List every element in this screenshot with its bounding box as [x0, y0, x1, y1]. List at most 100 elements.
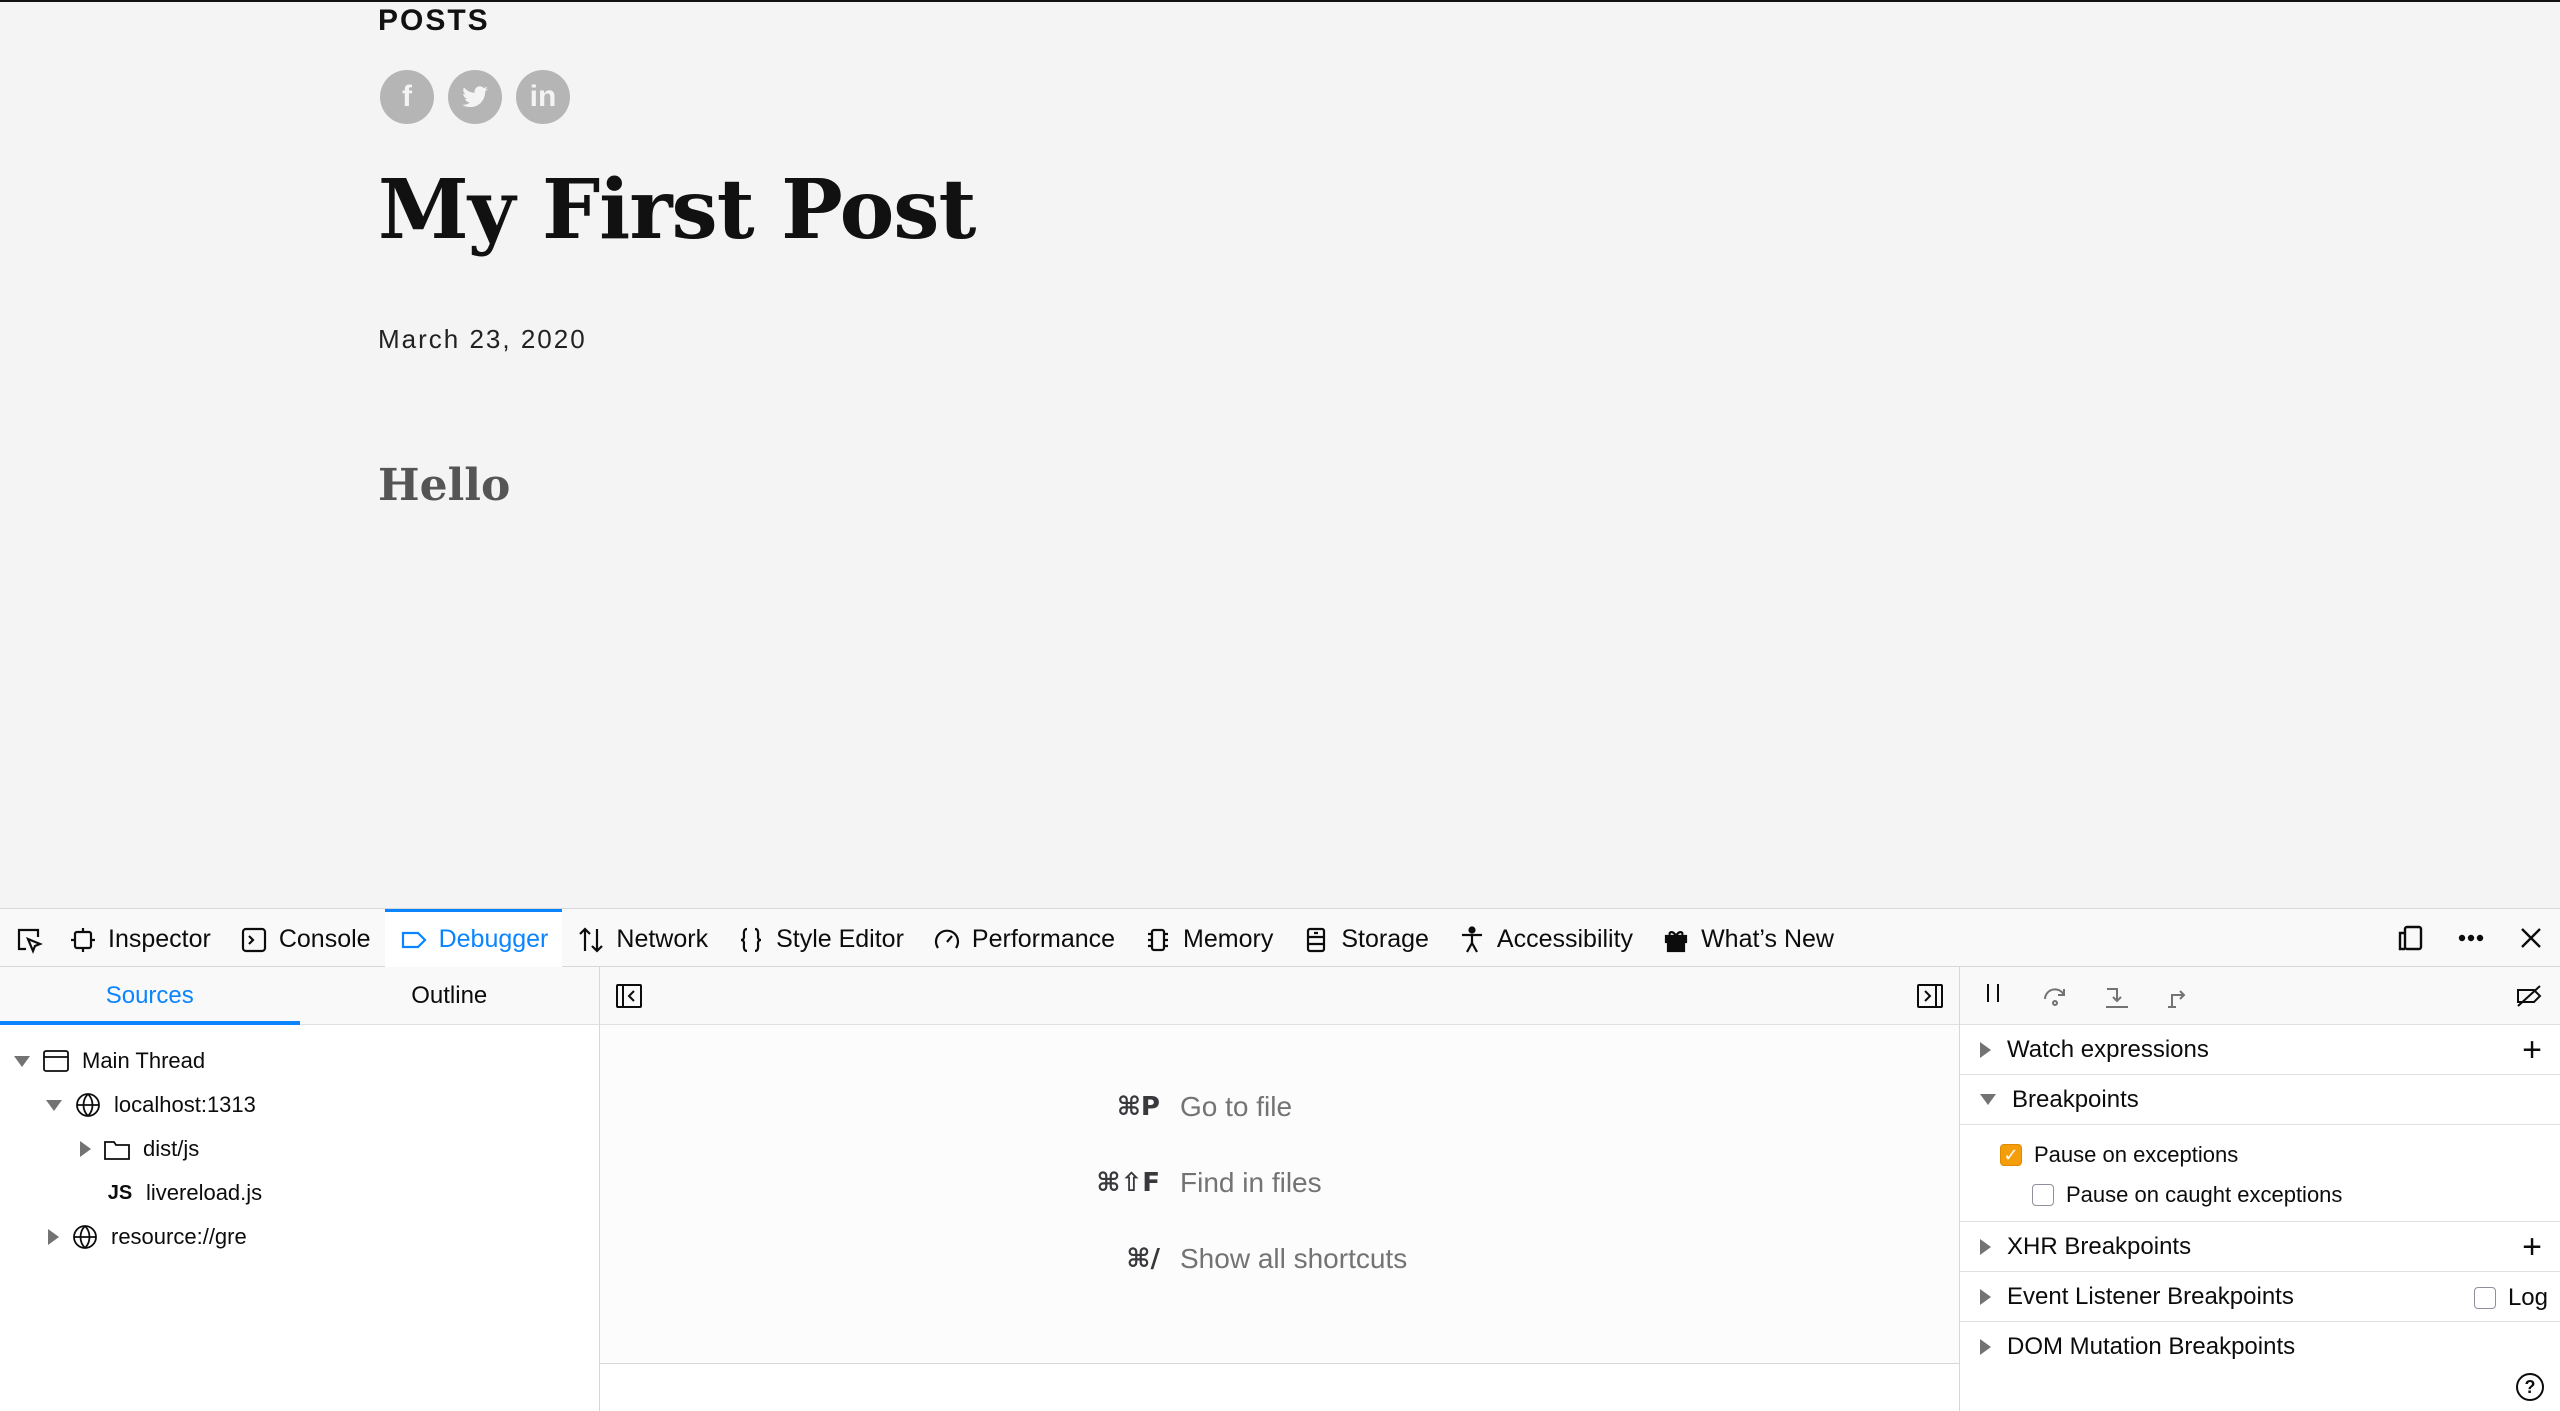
tab-whats-new[interactable]: What’s New — [1647, 909, 1848, 967]
tab-label: Debugger — [438, 925, 549, 953]
shortcut-key: ⌘P — [1116, 1092, 1160, 1122]
tab-storage[interactable]: Storage — [1287, 909, 1443, 967]
toggle-sidebar-icon[interactable] — [1915, 981, 1945, 1011]
step-in-icon[interactable] — [2102, 981, 2132, 1011]
collapse-arrow-icon[interactable] — [48, 1229, 59, 1245]
section-label: Watch expressions — [2007, 1035, 2209, 1063]
option-label: Pause on exceptions — [2034, 1142, 2239, 1167]
tree-item-label: localhost:1313 — [114, 1092, 256, 1117]
tab-outline[interactable]: Outline — [300, 967, 600, 1024]
accessibility-icon — [1461, 925, 1482, 953]
element-picker-icon — [17, 928, 43, 954]
expand-arrow-icon — [1980, 1094, 1996, 1105]
pause-on-caught-checkbox[interactable] — [2032, 1184, 2054, 1206]
twitter-icon — [462, 86, 488, 108]
folder-icon — [104, 1141, 130, 1160]
tab-accessibility[interactable]: Accessibility — [1443, 909, 1647, 967]
post-title: My First Post — [378, 162, 976, 258]
tree-item-folder[interactable]: dist/js — [0, 1127, 599, 1171]
tab-label: Style Editor — [776, 925, 904, 953]
linkedin-share-button[interactable]: in — [516, 70, 570, 124]
watch-expressions-header[interactable]: Watch expressions + — [1960, 1025, 2560, 1075]
collapse-arrow-icon — [1980, 1041, 1991, 1058]
dock-toggle-icon[interactable] — [2396, 923, 2426, 953]
shortcut-find-in-files[interactable]: ⌘⇧F Find in files — [980, 1167, 1322, 1199]
section-label: Event Listener Breakpoints — [2007, 1282, 2294, 1310]
devtools-panel: Inspector Console Debugger Network Style… — [0, 908, 2560, 1411]
toolbar-actions — [2396, 909, 2546, 967]
globe-icon — [76, 1093, 100, 1117]
log-checkbox[interactable] — [2473, 1287, 2496, 1309]
help-icon[interactable]: ? — [2516, 1373, 2544, 1401]
tab-label: Inspector — [108, 925, 211, 953]
shortcut-go-to-file[interactable]: ⌘P Go to file — [980, 1091, 1292, 1123]
step-out-icon[interactable] — [2164, 981, 2194, 1011]
more-options-icon[interactable] — [2456, 923, 2486, 953]
xhr-breakpoints-header[interactable]: XHR Breakpoints + — [1960, 1222, 2560, 1272]
add-xhr-icon[interactable]: + — [2522, 1230, 2542, 1264]
tab-label: What’s New — [1701, 925, 1834, 953]
twitter-share-button[interactable] — [448, 70, 502, 124]
sources-pane: Sources Outline Main Thread localhost:13… — [0, 967, 600, 1411]
devtools-toolbar: Inspector Console Debugger Network Style… — [0, 909, 2560, 967]
inspector-icon — [71, 927, 95, 952]
facebook-share-button[interactable]: f — [380, 70, 434, 124]
tree-item-file[interactable]: JS livereload.js — [0, 1171, 599, 1215]
deactivate-breakpoints-icon[interactable] — [2514, 981, 2544, 1011]
window-icon — [43, 1050, 69, 1072]
tab-performance[interactable]: Performance — [918, 909, 1129, 967]
sources-tree: Main Thread localhost:1313 dist/js JS li… — [0, 1025, 599, 1259]
add-watch-icon[interactable]: + — [2522, 1033, 2542, 1067]
option-label: Pause on caught exceptions — [2066, 1182, 2343, 1207]
collapse-arrow-icon — [1980, 1339, 1991, 1355]
console-icon — [241, 927, 266, 952]
gauge-icon — [934, 929, 959, 949]
post-body-heading: Hello — [378, 460, 511, 511]
event-listener-header[interactable]: Event Listener Breakpoints Log — [1960, 1272, 2560, 1322]
braces-icon — [741, 927, 762, 952]
tab-inspector[interactable]: Inspector — [54, 909, 225, 967]
tab-label: Accessibility — [1496, 925, 1634, 953]
tab-memory[interactable]: Memory — [1129, 909, 1287, 967]
expand-arrow-icon[interactable] — [46, 1099, 62, 1111]
collapse-arrow-icon[interactable] — [80, 1141, 91, 1157]
memory-chip-icon — [1148, 928, 1169, 951]
storage-icon — [1307, 927, 1326, 952]
close-icon[interactable] — [2516, 923, 2546, 953]
tab-console[interactable]: Console — [225, 909, 385, 967]
globe-icon — [73, 1225, 97, 1249]
expand-arrow-icon[interactable] — [14, 1055, 30, 1067]
log-option[interactable]: Log — [2473, 1284, 2548, 1312]
tab-style-editor[interactable]: Style Editor — [722, 909, 918, 967]
pause-button[interactable] — [1978, 978, 2008, 1013]
debugger-controls — [1960, 967, 2560, 1025]
dom-mutation-header[interactable]: DOM Mutation Breakpoints — [1960, 1322, 2560, 1372]
pause-icon — [1987, 984, 1999, 1002]
tab-sources[interactable]: Sources — [0, 967, 300, 1025]
section-label: XHR Breakpoints — [2007, 1232, 2192, 1260]
shortcut-key: ⌘⇧F — [1096, 1168, 1160, 1198]
editor-toolbar — [600, 967, 1959, 1025]
step-over-icon[interactable] — [2040, 981, 2070, 1011]
shortcut-label: Find in files — [1180, 1167, 1322, 1198]
js-file-icon: JS — [107, 1181, 133, 1204]
pause-on-exceptions-checkbox[interactable]: ✓ — [2000, 1144, 2022, 1166]
element-picker-button[interactable] — [0, 909, 54, 967]
linkedin-icon: in — [529, 80, 557, 113]
posts-nav-link[interactable]: POSTS — [378, 4, 490, 38]
toggle-sources-pane-icon[interactable] — [614, 981, 644, 1011]
tree-item-localhost[interactable]: localhost:1313 — [0, 1083, 599, 1127]
tree-item-resource[interactable]: resource://gre — [0, 1215, 599, 1259]
pause-on-caught-option[interactable]: Pause on caught exceptions — [1960, 1175, 2560, 1215]
shortcut-show-all[interactable]: ⌘/ Show all shortcuts — [980, 1243, 1407, 1275]
gift-icon — [1664, 930, 1688, 952]
breakpoints-header[interactable]: Breakpoints — [1960, 1075, 2560, 1125]
tab-debugger[interactable]: Debugger — [384, 909, 563, 967]
tab-network[interactable]: Network — [562, 909, 722, 967]
tree-item-main-thread[interactable]: Main Thread — [0, 1039, 599, 1083]
pause-on-exceptions-option[interactable]: ✓ Pause on exceptions — [1960, 1135, 2560, 1175]
tab-label: Network — [616, 925, 709, 953]
section-label: Breakpoints — [2012, 1085, 2139, 1113]
debugger-sidebar: Watch expressions + Breakpoints ✓ Pause … — [1959, 967, 2560, 1411]
log-label: Log — [2507, 1284, 2548, 1311]
